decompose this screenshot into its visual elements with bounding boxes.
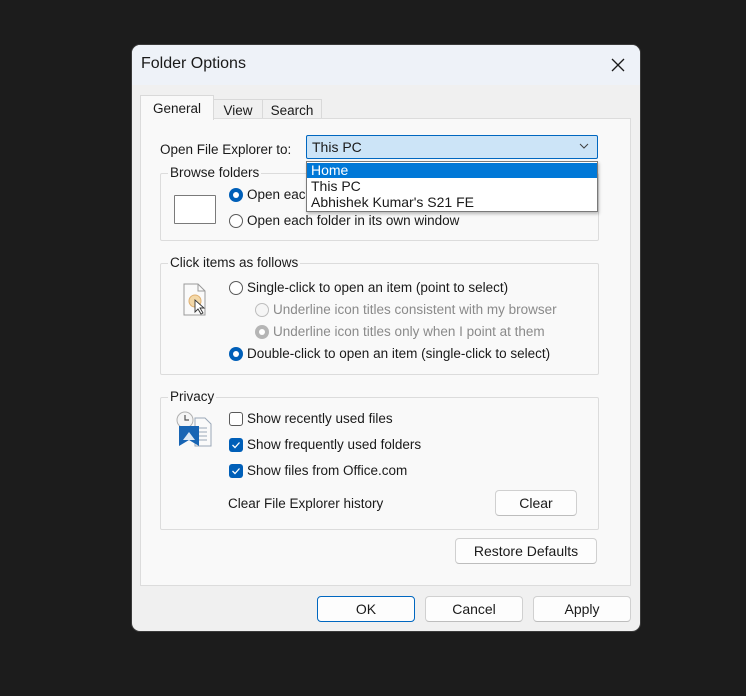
chevron-down-icon	[579, 143, 589, 149]
privacy-title: Privacy	[168, 389, 217, 404]
pointer-document-icon	[183, 283, 206, 316]
radio-underline-point-label: Underline icon titles only when I point …	[273, 324, 545, 339]
tab-search[interactable]: Search	[262, 99, 322, 120]
radio-underline-browser[interactable]	[255, 303, 269, 317]
open-explorer-combobox[interactable]: This PC	[306, 135, 598, 159]
click-items-group: Click items as follows Single-click to o…	[160, 255, 599, 375]
title-bar: Folder Options	[132, 45, 640, 85]
dropdown-option-phone[interactable]: Abhishek Kumar's S21 FE	[307, 195, 597, 210]
radio-single-click[interactable]	[229, 281, 243, 295]
radio-same-window[interactable]	[229, 188, 243, 202]
ok-button[interactable]: OK	[317, 596, 415, 622]
checkbox-recent-files[interactable]	[229, 412, 243, 426]
dropdown-option-this-pc[interactable]: This PC	[307, 179, 597, 194]
checkbox-office-files[interactable]	[229, 464, 243, 478]
checkbox-office-files-label: Show files from Office.com	[247, 463, 408, 478]
close-button[interactable]	[600, 49, 636, 81]
folder-options-dialog: Folder Options General View Search Open …	[132, 45, 640, 631]
privacy-history-icon	[176, 411, 212, 447]
open-explorer-value: This PC	[312, 139, 362, 155]
dropdown-option-home[interactable]: Home	[307, 163, 597, 178]
checkbox-recent-files-label: Show recently used files	[247, 411, 393, 426]
close-icon	[611, 58, 625, 72]
checkmark-icon	[232, 442, 240, 449]
radio-double-click[interactable]	[229, 347, 243, 361]
clear-history-label: Clear File Explorer history	[228, 496, 384, 511]
radio-single-click-label: Single-click to open an item (point to s…	[247, 280, 509, 295]
open-explorer-dropdown-list: Home This PC Abhishek Kumar's S21 FE	[306, 161, 598, 212]
radio-own-window[interactable]	[229, 214, 243, 228]
tab-view[interactable]: View	[212, 99, 264, 120]
radio-double-click-label: Double-click to open an item (single-cli…	[247, 346, 551, 361]
restore-defaults-button[interactable]: Restore Defaults	[455, 538, 597, 564]
checkbox-frequent-folders-label: Show frequently used folders	[247, 437, 422, 452]
radio-own-window-label: Open each folder in its own window	[247, 213, 460, 228]
privacy-group: Privacy Show recently used files Show fr…	[160, 389, 599, 530]
cancel-button[interactable]: Cancel	[425, 596, 523, 622]
browse-folders-title: Browse folders	[168, 165, 262, 180]
open-explorer-label: Open File Explorer to:	[160, 142, 292, 157]
checkbox-frequent-folders[interactable]	[229, 438, 243, 452]
apply-button[interactable]: Apply	[533, 596, 631, 622]
tab-general[interactable]: General	[140, 95, 214, 120]
checkmark-icon	[232, 468, 240, 475]
radio-same-window-label: Open eac	[247, 187, 306, 202]
dialog-title: Folder Options	[141, 55, 246, 72]
radio-underline-browser-label: Underline icon titles consistent with my…	[273, 302, 557, 317]
click-items-title: Click items as follows	[168, 255, 301, 270]
window-preview-icon	[174, 195, 216, 224]
radio-underline-point[interactable]	[255, 325, 269, 339]
clear-history-button[interactable]: Clear	[495, 490, 577, 516]
